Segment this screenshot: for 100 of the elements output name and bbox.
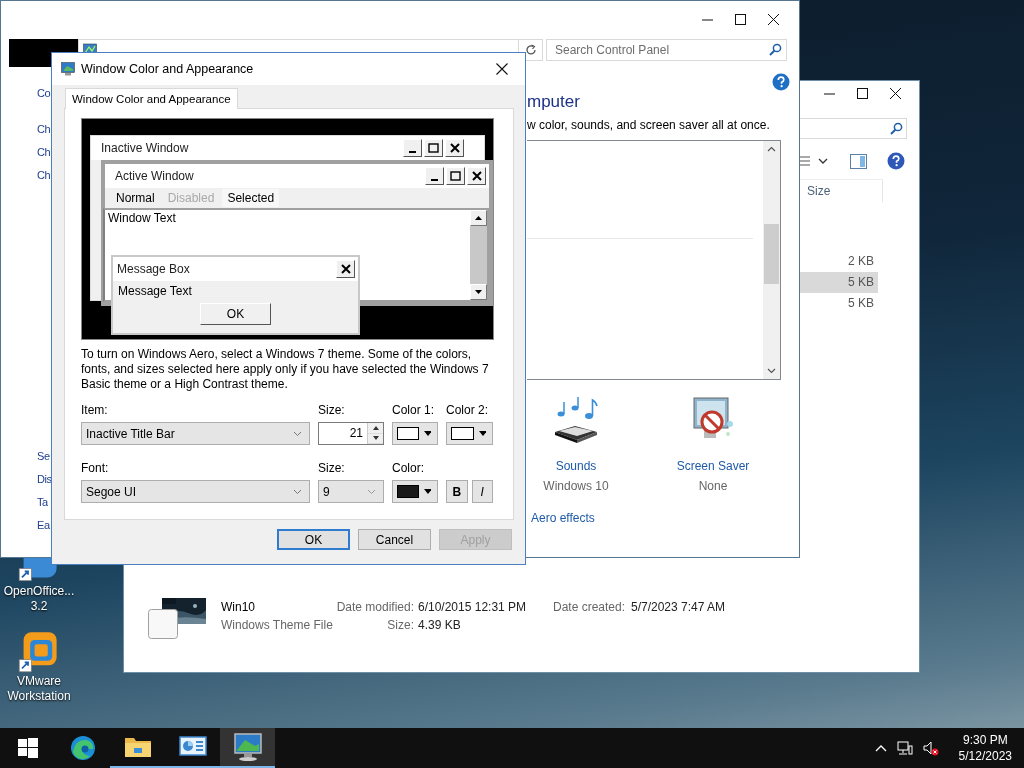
- muted-speaker-icon[interactable]: [922, 740, 939, 756]
- close-icon: [768, 13, 779, 25]
- field-label: Color:: [392, 461, 425, 475]
- close-icon: [449, 143, 460, 153]
- setting-link[interactable]: Sounds: [555, 456, 597, 476]
- window-title: Inactive Window: [101, 141, 189, 155]
- bold-button[interactable]: B: [446, 480, 468, 503]
- appearance-preview[interactable]: Inactive Window Active Window Normal Disabled Selected Window Text Message Box Message Text OK: [81, 118, 494, 340]
- chevron-down-icon[interactable]: [818, 157, 828, 165]
- search-icon: [890, 122, 903, 135]
- file-name: Win10: [221, 599, 255, 616]
- maximize-icon: [428, 143, 439, 153]
- taskbar-button[interactable]: [220, 728, 275, 768]
- file-row[interactable]: 5 KB: [800, 272, 878, 293]
- sidebar-link[interactable]: Ea: [37, 514, 50, 537]
- window-title: Window Color and Appearance: [81, 62, 254, 76]
- color-picker[interactable]: [392, 422, 438, 445]
- file-row[interactable]: 2 KB: [800, 251, 878, 272]
- up-arrow-icon: [475, 216, 482, 220]
- setting-value: Windows 10: [543, 478, 609, 495]
- window-text: Window Text: [108, 211, 176, 225]
- close-icon: [496, 63, 508, 75]
- sidebar-link[interactable]: Ta: [37, 491, 48, 514]
- search-field[interactable]: Search Control Panel: [546, 39, 787, 61]
- ok-button: OK: [200, 303, 271, 325]
- message-text: Message Text: [117, 283, 193, 300]
- window-title: Active Window: [115, 169, 194, 183]
- desktop-icon-label[interactable]: OpenOffice...: [3, 584, 75, 599]
- page-description: w color, sounds, and screen saver all at once.: [527, 118, 771, 133]
- file-type: Windows Theme File: [221, 617, 333, 634]
- detail-value: 5/7/2023 7:47 AM: [631, 599, 726, 616]
- chevron-up-icon[interactable]: [874, 744, 887, 752]
- help-icon[interactable]: [772, 73, 790, 91]
- desktop-icon-label[interactable]: Workstation: [7, 689, 71, 704]
- preview-pane-icon[interactable]: [850, 153, 867, 169]
- sidebar-link[interactable]: Se: [37, 445, 50, 468]
- help-icon[interactable]: [887, 152, 905, 170]
- page-heading: mputer: [527, 91, 581, 113]
- up-arrow-icon: [372, 425, 379, 430]
- detail-label: Date modified:: [336, 599, 414, 616]
- file-row[interactable]: 5 KB: [800, 293, 878, 314]
- menu-item: Normal: [115, 190, 156, 207]
- font-size-dropdown[interactable]: 9: [318, 480, 384, 503]
- refresh-icon: [524, 44, 537, 56]
- column-header[interactable]: Size: [807, 184, 831, 198]
- down-arrow-icon: [372, 436, 379, 441]
- display-icon: [232, 732, 263, 762]
- minimize-icon: [431, 179, 438, 181]
- field-label: Color 1:: [392, 403, 436, 417]
- info-text: To turn on Windows Aero, select a Windows 7 theme. Some of the colors, fonts, and sizes selected here apply only if you have selected the Windows 7 Basic theme or a High Contrast theme.: [81, 347, 490, 392]
- clock[interactable]: 9:30 PM 5/12/2023: [958, 732, 1012, 764]
- size-spinner[interactable]: 21: [318, 422, 384, 445]
- sidebar-link[interactable]: Ch: [37, 118, 51, 141]
- italic-button[interactable]: I: [471, 480, 493, 503]
- scroll-thumb[interactable]: [764, 224, 779, 284]
- minimize-icon: [409, 151, 416, 153]
- caret-icon: [478, 431, 486, 436]
- windows-logo-icon: [17, 738, 38, 758]
- maximize-icon: [735, 13, 746, 25]
- field-label: Font:: [81, 461, 110, 475]
- setting-link[interactable]: Screen Saver: [676, 456, 750, 476]
- close-icon: [890, 87, 901, 99]
- network-icon[interactable]: [896, 740, 913, 756]
- scroll-down-icon[interactable]: [767, 368, 776, 374]
- search-icon: [769, 43, 782, 56]
- color-picker[interactable]: [392, 480, 438, 503]
- file-icon: [148, 609, 178, 639]
- scroll-up-icon[interactable]: [767, 146, 776, 152]
- menu-item: Selected: [222, 189, 280, 207]
- aero-link[interactable]: Aero effects: [531, 511, 595, 525]
- display-icon: [61, 62, 75, 76]
- detail-label: Date created:: [553, 599, 626, 616]
- field-label: Size:: [318, 403, 346, 417]
- color-picker[interactable]: [446, 422, 493, 445]
- sidebar-link[interactable]: Dis: [37, 468, 52, 491]
- maximize-icon: [450, 171, 461, 181]
- sidebar-link[interactable]: Co: [37, 82, 51, 105]
- desktop-icon-label[interactable]: 3.2: [30, 599, 48, 614]
- item-dropdown[interactable]: Inactive Title Bar: [81, 422, 310, 445]
- font-dropdown[interactable]: Segoe UI: [81, 480, 310, 503]
- field-label: Color 2:: [446, 403, 490, 417]
- sidebar-link[interactable]: Ch: [37, 164, 51, 187]
- detail-label: Size:: [387, 617, 414, 634]
- caret-icon: [423, 431, 431, 436]
- search-field[interactable]: [800, 118, 907, 139]
- desktop-icon-label[interactable]: VMware: [17, 674, 61, 689]
- spin-up-button[interactable]: [368, 423, 383, 434]
- tab[interactable]: Window Color and Appearance: [65, 88, 238, 109]
- chevron-down-icon: [293, 488, 302, 495]
- menu-item: Disabled: [166, 190, 216, 207]
- close-icon: [340, 264, 351, 274]
- sidebar-link[interactable]: Ch: [37, 141, 51, 164]
- spin-down-button[interactable]: [368, 433, 383, 444]
- clock-time: 9:30 PM: [962, 732, 1008, 748]
- dialog-button[interactable]: OK: [277, 529, 350, 550]
- dialog-button[interactable]: Cancel: [358, 529, 431, 550]
- scroll-bar[interactable]: [763, 141, 780, 379]
- caret-icon: [423, 489, 431, 494]
- chevron-down-icon: [367, 488, 376, 495]
- close-icon: [471, 171, 482, 181]
